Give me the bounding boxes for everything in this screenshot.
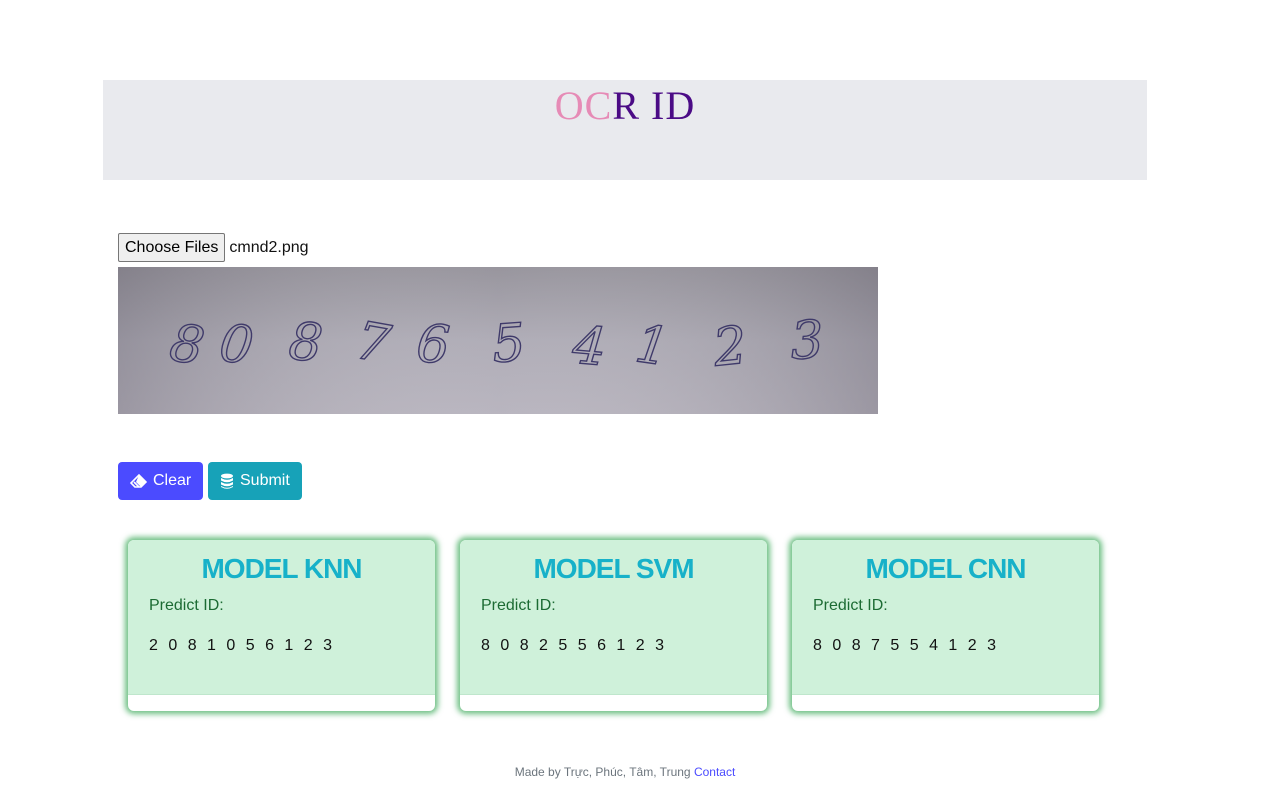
model-title: MODEL CNN [865, 553, 1026, 584]
predicted-id-value: 8 0 8 7 5 5 4 1 2 3 [813, 637, 999, 654]
file-upload-row: Choose Files cmnd2.png [118, 233, 309, 262]
result-card-knn: MODEL KNN Predict ID: 2 0 8 1 0 5 6 1 2 … [128, 540, 435, 711]
footer-credits: Made by Trực, Phúc, Tâm, Trung [514, 765, 691, 779]
preview-digit: 2 [710, 316, 750, 379]
preview-digit: 6 [415, 314, 452, 376]
header-banner: OCR ID [103, 80, 1147, 180]
predicted-id-value: 8 0 8 2 5 5 6 1 2 3 [481, 637, 667, 654]
selected-file-name: cmnd2.png [229, 238, 309, 256]
submit-label: Submit [240, 472, 290, 489]
footer: Made by Trực, Phúc, Tâm, Trung Contact [0, 765, 1250, 779]
title-ocr-part: OC [554, 83, 613, 128]
page-title: OCR ID [103, 83, 1147, 129]
predicted-id-value: 2 0 8 1 0 5 6 1 2 3 [149, 637, 335, 654]
database-icon [220, 473, 234, 490]
predict-id-label: Predict ID: [813, 597, 888, 614]
preview-digit: 8 [286, 312, 325, 375]
preview-digit: 5 [490, 313, 527, 375]
title-id-part: R ID [612, 83, 696, 128]
predict-id-label: Predict ID: [481, 597, 556, 614]
submit-button[interactable]: Submit [208, 462, 302, 500]
model-title: MODEL SVM [533, 553, 694, 584]
clear-label: Clear [153, 472, 192, 489]
uploaded-image-preview: 8087654123 [118, 267, 878, 414]
choose-files-button[interactable]: Choose Files [118, 233, 226, 262]
eraser-icon [130, 474, 147, 488]
preview-digit: 3 [789, 310, 825, 372]
predict-id-label: Predict ID: [149, 597, 224, 614]
result-card-body: MODEL KNN Predict ID: 2 0 8 1 0 5 6 1 2 … [128, 540, 435, 695]
result-card-cnn: MODEL CNN Predict ID: 8 0 8 7 5 5 4 1 2 … [792, 540, 1099, 711]
preview-digit: 4 [569, 316, 608, 379]
contact-link[interactable]: Contact [694, 765, 735, 779]
result-card-body: MODEL SVM Predict ID: 8 0 8 2 5 5 6 1 2 … [460, 540, 767, 695]
result-card-body: MODEL CNN Predict ID: 8 0 8 7 5 5 4 1 2 … [792, 540, 1099, 695]
model-title: MODEL KNN [201, 553, 362, 584]
clear-button[interactable]: Clear [118, 462, 203, 500]
result-card-svm: MODEL SVM Predict ID: 8 0 8 2 5 5 6 1 2 … [460, 540, 767, 711]
